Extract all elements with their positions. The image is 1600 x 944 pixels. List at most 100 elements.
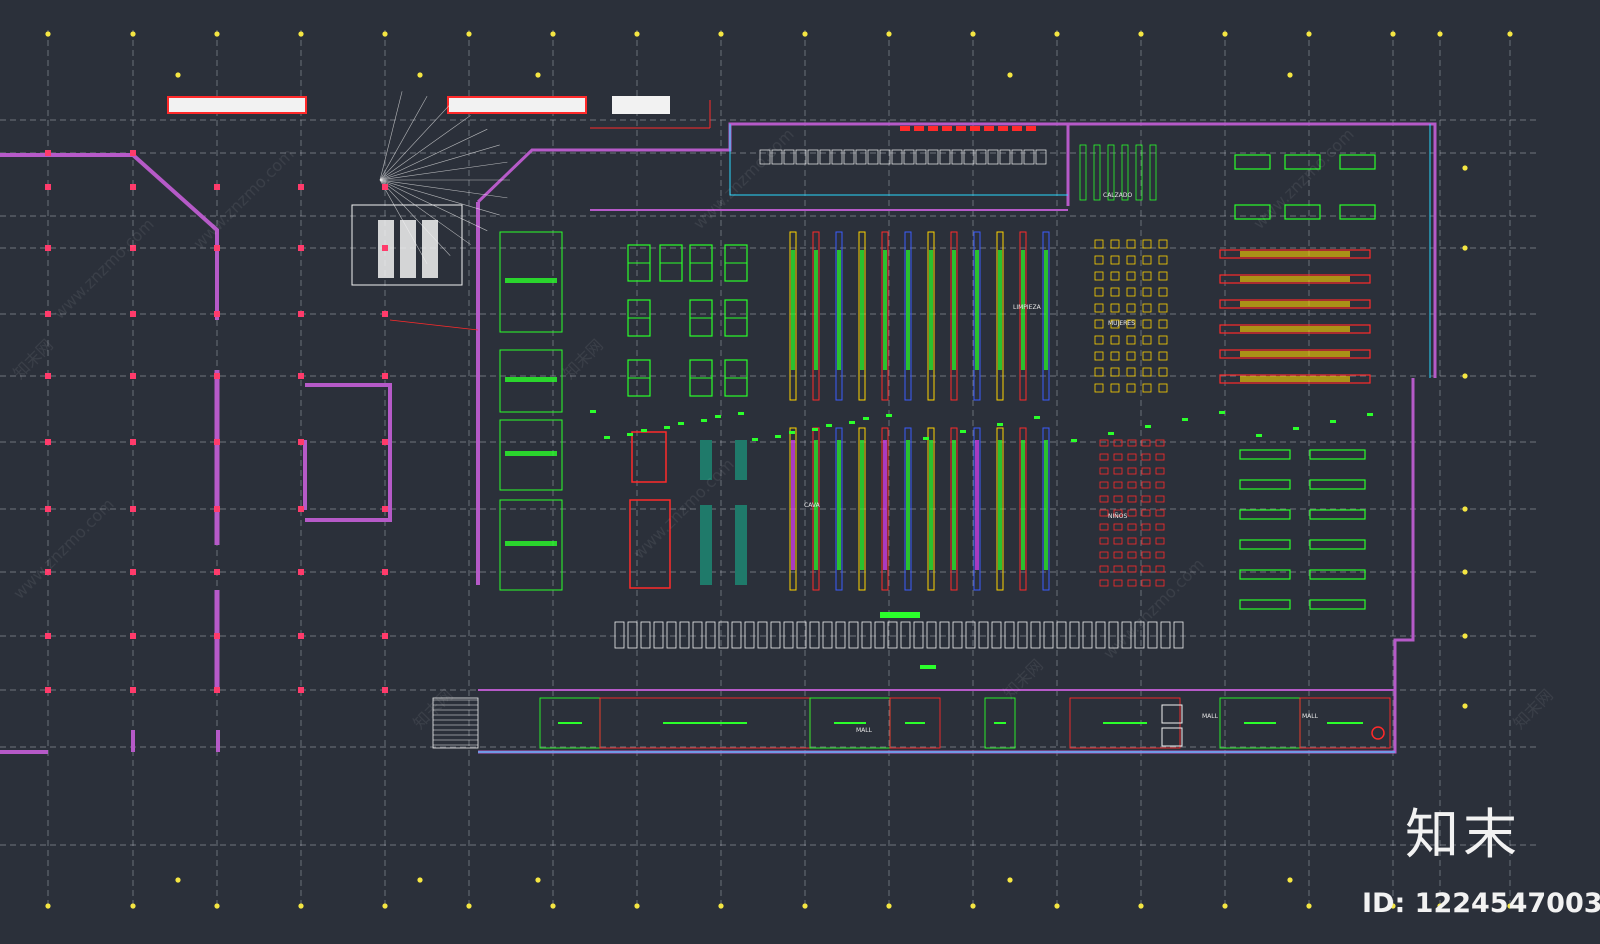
watermark-cn-4: 知末网 [999, 655, 1046, 702]
column [298, 184, 304, 190]
kids-rack [1141, 495, 1151, 503]
escalator-0 [1161, 704, 1183, 724]
axis-marker-top-16 [1390, 31, 1396, 37]
kids-rack [1113, 523, 1123, 531]
clothing-rack [1110, 303, 1120, 313]
kids-rack [1141, 579, 1151, 587]
checkout-lane [900, 621, 911, 649]
clothing-rack [1142, 287, 1152, 297]
clothing-rack [1094, 335, 1104, 345]
checkout-lane [978, 621, 989, 649]
east-display-a [1239, 599, 1291, 610]
axis-marker-bottom-1 [130, 903, 136, 909]
column [45, 184, 51, 190]
clothing-rack [1158, 271, 1168, 281]
clothing-rack [1094, 239, 1104, 249]
shelf-product-upper [883, 250, 887, 370]
truck-1 [167, 96, 307, 114]
label-cava: CAVA [804, 502, 821, 509]
warehouse-rack [963, 149, 975, 165]
axis-marker-right-5 [1462, 633, 1468, 639]
kids-rack [1155, 565, 1165, 573]
kids-rack [1099, 551, 1109, 559]
checkout-lane [848, 621, 859, 649]
small-fixture [1034, 416, 1040, 419]
small-fixture [1145, 425, 1151, 428]
checkout-lane [770, 621, 781, 649]
clothing-rack [1142, 271, 1152, 281]
watermark-site-7: www.znzmo.com [9, 495, 117, 603]
kids-rack [1141, 537, 1151, 545]
small-fixture [1108, 432, 1114, 435]
clothing-rack [1158, 383, 1168, 393]
clothing-rack [1094, 271, 1104, 281]
column [130, 184, 136, 190]
wall-store-south [478, 646, 1397, 754]
checkout-lane [952, 621, 963, 649]
east-table-0 [1234, 154, 1271, 170]
warehouse-rack-top [956, 126, 966, 131]
clothing-rack [1094, 255, 1104, 265]
cad-drawing-canvas: CALZADO LIMPIEZA MUJERES CAVA NIÑOS MALL… [0, 0, 1600, 944]
axis-marker-top-15 [1306, 31, 1312, 37]
axis-marker-top-7 [634, 31, 640, 37]
label-calzado: CALZADO [1103, 192, 1132, 199]
cooler-low-1 [735, 505, 747, 585]
kids-rack [1113, 495, 1123, 503]
clothing-rack [1126, 335, 1136, 345]
loading-dock-lane-1 [400, 220, 416, 278]
clothing-rack [1110, 351, 1120, 361]
checkout-lane [692, 621, 703, 649]
checkout-lane [705, 621, 716, 649]
column [298, 311, 304, 317]
kids-rack [1099, 439, 1109, 447]
shelf-product-lower [860, 440, 864, 570]
axis-marker-lower-0 [175, 877, 181, 883]
small-fixture [701, 419, 707, 422]
warehouse-rack [951, 149, 963, 165]
kids-rack [1127, 439, 1137, 447]
kids-rack [1099, 495, 1109, 503]
warehouse-rack [795, 149, 807, 165]
checkout-lane [939, 621, 950, 649]
east-gondola-fill [1240, 326, 1350, 332]
axis-marker-bottom-15 [1306, 903, 1312, 909]
kids-rack [1113, 537, 1123, 545]
axis-marker-lower-2 [535, 877, 541, 883]
watermark-site-1: www.znzmo.com [49, 215, 157, 323]
kids-rack [1141, 523, 1151, 531]
axis-marker-bottom-14 [1222, 903, 1228, 909]
checkout-lane [822, 621, 833, 649]
clothing-rack [1110, 239, 1120, 249]
axis-marker-bottom-5 [466, 903, 472, 909]
shelf-product-upper [975, 250, 979, 370]
checkout-lane [731, 621, 742, 649]
shelf-product-lower [952, 440, 956, 570]
axis-marker-upper-2 [535, 72, 541, 78]
warehouse-rack-top [900, 126, 910, 131]
small-fixture [678, 422, 684, 425]
axis-marker-lower-3 [1007, 877, 1013, 883]
warehouse-rack-top [984, 126, 994, 131]
clothing-rack [1094, 303, 1104, 313]
clothing-rack [1142, 383, 1152, 393]
clothing-rack [1126, 383, 1136, 393]
checkout-lane [1082, 621, 1093, 649]
axis-marker-right-2 [1462, 373, 1468, 379]
kids-rack [1141, 551, 1151, 559]
shelf-product-lower [929, 440, 933, 570]
warehouse-rack-top [1026, 126, 1036, 131]
warehouse-rack [843, 149, 855, 165]
kids-rack [1141, 453, 1151, 461]
entrance-mark [920, 665, 936, 669]
clothing-rack [1110, 383, 1120, 393]
warehouse-rack [819, 149, 831, 165]
clothing-rack [1158, 351, 1168, 361]
small-fixture [590, 410, 596, 413]
axis-marker-right-3 [1462, 506, 1468, 512]
column [45, 687, 51, 693]
checkout-lane [666, 621, 677, 649]
east-gondola-fill [1240, 351, 1350, 357]
brand-logo: 知末 [1405, 803, 1521, 866]
watermark-cn-5: 知末网 [1509, 685, 1556, 732]
